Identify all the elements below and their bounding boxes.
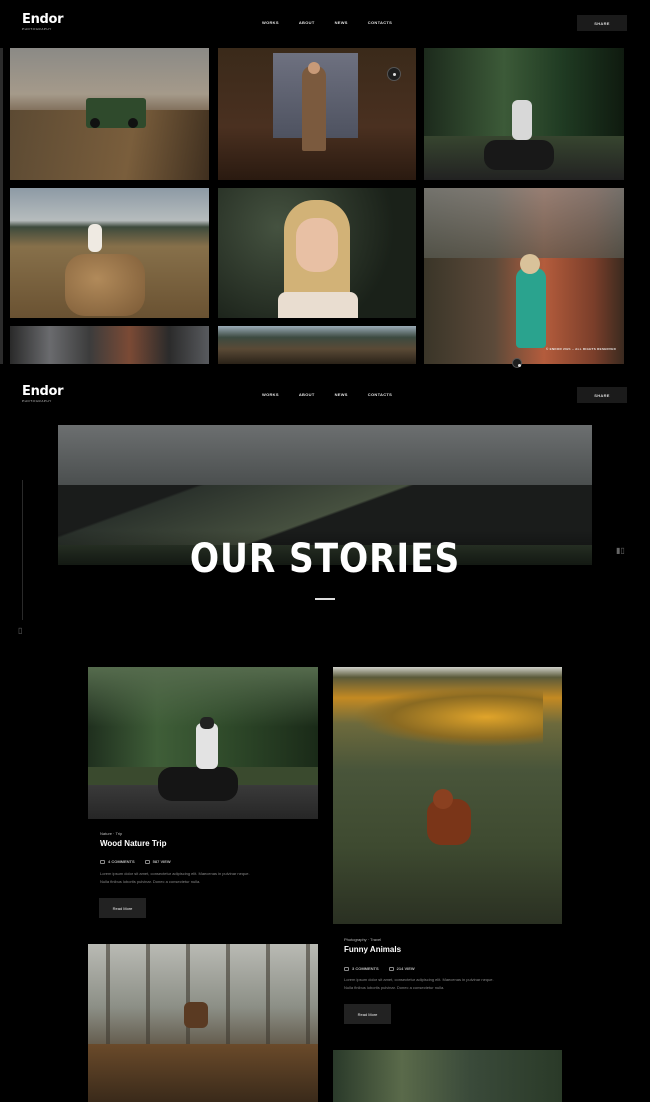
post-category[interactable]: Nature · Trip (100, 831, 122, 836)
comments-count: 4 COMMENTS (108, 859, 135, 864)
post-category-2[interactable]: Photography · Travel (344, 937, 381, 942)
read-more-button-2[interactable]: Read More (344, 1004, 391, 1024)
post-stats-2: 3 COMMENTS 214 VIEW (344, 966, 415, 971)
excerpt-line-1: Lorem ipsum dolor sit amet, consectetur … (100, 871, 250, 876)
post-image-motorcycle[interactable] (88, 667, 318, 819)
copyright-text: © ENDOR 2021 – ALL RIGHTS RESERVED (546, 347, 617, 351)
woman-backdrop-photo[interactable] (218, 48, 416, 180)
gallery-play-button[interactable] (387, 67, 401, 81)
logo[interactable]: Endor PHOTOGRAPHY (22, 12, 64, 31)
header-top: Endor PHOTOGRAPHY WORKS ABOUT NEWS CONTA… (0, 0, 650, 40)
logo-name-2: Endor (22, 384, 64, 399)
scroll-indicator[interactable] (512, 358, 522, 368)
excerpt-line-2: Nulla finibus lobortis pulvinar. Donec a… (100, 879, 201, 884)
motorcycle-forest-photo[interactable] (424, 48, 624, 180)
comments-stat-2: 3 COMMENTS (344, 966, 379, 971)
nav-works-2[interactable]: WORKS (262, 392, 279, 397)
truck-on-hill-photo[interactable] (10, 48, 209, 180)
nav-news-2[interactable]: NEWS (335, 392, 348, 397)
logo-tagline: PHOTOGRAPHY (22, 27, 52, 31)
side-menu-icon[interactable]: ▮▯ (616, 546, 625, 555)
nav-about-2[interactable]: ABOUT (299, 392, 315, 397)
views-count-2: 214 VIEW (396, 966, 415, 971)
post-image-deer[interactable] (88, 944, 318, 1102)
share-button-2[interactable]: SHARE (577, 387, 627, 403)
header-blog: Endor PHOTOGRAPHY WORKS ABOUT NEWS CONTA… (0, 372, 650, 412)
side-progress-line (22, 480, 23, 620)
post-stats: 4 COMMENTS 587 VIEW (100, 859, 171, 864)
post-image-forest[interactable] (333, 1050, 562, 1102)
logo-2[interactable]: Endor PHOTOGRAPHY (22, 384, 64, 403)
title-divider (315, 598, 335, 600)
comment-icon (100, 859, 105, 864)
nav-news[interactable]: NEWS (335, 20, 348, 25)
share-button[interactable]: SHARE (577, 15, 627, 31)
post-excerpt-2: Lorem ipsum dolor sit amet, consectetur … (344, 976, 554, 992)
eye-icon (144, 859, 150, 864)
post-excerpt: Lorem ipsum dolor sit amet, consectetur … (100, 870, 310, 886)
hay-bale-photo[interactable] (10, 188, 209, 318)
page-title: OUR STORIES (189, 536, 461, 582)
side-cursor-icon: ▯ (18, 626, 23, 635)
views-stat-2: 214 VIEW (388, 966, 415, 971)
blonde-portrait-photo[interactable] (218, 188, 416, 318)
comments-count-2: 3 COMMENTS (352, 966, 379, 971)
excerpt-line-2b: Nulla finibus lobortis pulvinar. Donec a… (344, 985, 445, 990)
nav-contacts[interactable]: CONTACTS (368, 20, 392, 25)
nav-contacts-2[interactable]: CONTACTS (368, 392, 392, 397)
post-image-dog[interactable] (333, 667, 562, 924)
views-stat: 587 VIEW (144, 859, 171, 864)
landscape-strip-photo[interactable] (218, 326, 416, 364)
post-title[interactable]: Wood Nature Trip (100, 839, 167, 848)
comment-icon-2 (344, 966, 349, 971)
logo-name: Endor (22, 12, 64, 27)
nav-about[interactable]: ABOUT (299, 20, 315, 25)
woman-cliff-photo[interactable] (424, 188, 624, 364)
eye-icon-2 (388, 966, 394, 971)
gallery-scroll-edge (0, 48, 3, 364)
read-more-button[interactable]: Read More (99, 898, 146, 918)
main-nav-2: WORKS ABOUT NEWS CONTACTS (262, 392, 392, 397)
logo-tagline-2: PHOTOGRAPHY (22, 399, 52, 403)
post-title-2[interactable]: Funny Animals (344, 945, 401, 954)
main-nav: WORKS ABOUT NEWS CONTACTS (262, 20, 392, 25)
comments-stat: 4 COMMENTS (100, 859, 135, 864)
interior-strip-photo[interactable] (10, 326, 209, 364)
views-count: 587 VIEW (152, 859, 171, 864)
nav-works[interactable]: WORKS (262, 20, 279, 25)
excerpt-line-1b: Lorem ipsum dolor sit amet, consectetur … (344, 977, 494, 982)
